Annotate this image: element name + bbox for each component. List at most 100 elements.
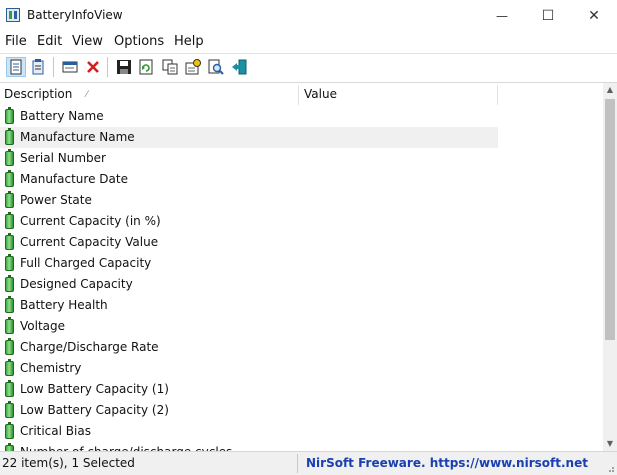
minimize-icon: — — [496, 8, 508, 23]
list-item[interactable]: Chemistry — [0, 358, 498, 379]
battery-icon — [5, 233, 14, 250]
menu-options[interactable]: Options — [114, 34, 164, 49]
list-item[interactable]: Battery Health — [0, 295, 498, 316]
toolbar-separator — [107, 57, 108, 77]
list-rows: Battery Name Manufacture Name Serial Numbe… — [0, 106, 603, 451]
delete-icon — [87, 61, 99, 73]
battery-icon — [5, 338, 14, 355]
list-item[interactable]: Full Charged Capacity — [0, 253, 498, 274]
item-description: Serial Number — [20, 151, 106, 165]
battery-icon — [5, 317, 14, 334]
exit-button[interactable] — [229, 57, 249, 77]
status-divider — [297, 454, 298, 473]
toolbar-separator — [53, 57, 54, 77]
item-description: Current Capacity Value — [20, 235, 159, 249]
html-report-button[interactable] — [183, 57, 203, 77]
column-header-value[interactable]: Value — [304, 83, 337, 106]
toolbar — [0, 53, 617, 80]
maximize-icon: ☐ — [541, 7, 555, 24]
copy-button[interactable] — [160, 57, 180, 77]
item-description: Voltage — [20, 319, 66, 333]
close-icon: ✕ — [588, 7, 600, 24]
scrollbar-thumb[interactable] — [605, 99, 615, 340]
refresh-icon — [139, 59, 153, 75]
menu-help[interactable]: Help — [174, 34, 204, 49]
minimize-button[interactable]: — — [479, 0, 525, 31]
list-item[interactable]: Battery Name — [0, 106, 498, 127]
list-item[interactable]: Number of charge/discharge cycles — [0, 442, 498, 451]
column-header-description[interactable]: Description — [4, 83, 72, 106]
list-header: Description ⁄ Value — [0, 83, 603, 106]
battery-info-mode-button[interactable] — [6, 57, 26, 77]
properties-window-icon — [62, 61, 78, 73]
copy-icon — [162, 59, 178, 75]
find-button[interactable] — [206, 57, 226, 77]
nirsoft-link[interactable]: NirSoft Freeware. https://www.nirsoft.ne… — [306, 456, 588, 470]
battery-icon — [5, 275, 14, 292]
list-item[interactable]: Voltage — [0, 316, 498, 337]
battery-icon — [5, 254, 14, 271]
menu-edit[interactable]: Edit — [37, 34, 62, 49]
save-button[interactable] — [114, 57, 134, 77]
item-description: Charge/Discharge Rate — [20, 340, 159, 354]
item-description: Chemistry — [20, 361, 82, 375]
list-item[interactable]: Current Capacity (in %) — [0, 211, 498, 232]
status-item-count: 22 item(s), 1 Selected — [2, 456, 135, 470]
battery-icon — [5, 149, 14, 166]
item-description: Full Charged Capacity — [20, 256, 152, 270]
list-item[interactable]: Low Battery Capacity (2) — [0, 400, 498, 421]
battery-icon — [5, 359, 14, 376]
battery-icon — [5, 422, 14, 439]
list-item[interactable]: Manufacture Date — [0, 169, 498, 190]
battery-log-mode-button[interactable] — [28, 57, 48, 77]
list-item[interactable]: Charge/Discharge Rate — [0, 337, 498, 358]
item-description: Low Battery Capacity (1) — [20, 382, 169, 396]
battery-icon — [5, 401, 14, 418]
column-divider[interactable] — [497, 85, 498, 105]
list-item[interactable]: Serial Number — [0, 148, 498, 169]
refresh-button[interactable] — [136, 57, 156, 77]
vertical-scrollbar[interactable]: ▲ ▼ — [603, 83, 617, 451]
status-bar: 22 item(s), 1 Selected NirSoft Freeware.… — [0, 451, 617, 475]
battery-icon — [5, 212, 14, 229]
delete-button[interactable] — [83, 57, 103, 77]
item-description: Manufacture Date — [20, 172, 128, 186]
list-item[interactable]: Current Capacity Value — [0, 232, 498, 253]
save-icon — [117, 60, 131, 74]
battery-log-mode-icon — [32, 59, 44, 75]
item-description: Current Capacity (in %) — [20, 214, 161, 228]
item-description: Power State — [20, 193, 92, 207]
column-divider[interactable] — [298, 85, 299, 105]
close-button[interactable]: ✕ — [571, 0, 617, 31]
list-item[interactable]: Low Battery Capacity (1) — [0, 379, 498, 400]
battery-info-mode-icon — [10, 59, 22, 75]
menu-view[interactable]: View — [72, 34, 103, 49]
maximize-button[interactable]: ☐ — [525, 0, 571, 31]
list-item[interactable]: Critical Bias — [0, 421, 498, 442]
list-item[interactable]: Manufacture Name — [0, 127, 498, 148]
battery-icon — [5, 128, 14, 145]
menu-file[interactable]: File — [5, 34, 27, 49]
title-bar: BatteryInfoView — ☐ ✕ — [0, 0, 617, 31]
item-description: Low Battery Capacity (2) — [20, 403, 169, 417]
item-description: Manufacture Name — [20, 130, 135, 144]
list-item[interactable]: Designed Capacity — [0, 274, 498, 295]
list-item[interactable]: Power State — [0, 190, 498, 211]
menu-bar: File Edit View Options Help — [0, 31, 617, 52]
sort-ascending-icon: ⁄ — [86, 90, 88, 100]
scroll-up-icon[interactable]: ▲ — [603, 83, 617, 97]
resize-grip-icon[interactable] — [605, 463, 615, 473]
battery-icon — [5, 296, 14, 313]
html-report-icon — [185, 59, 201, 75]
exit-icon — [232, 59, 247, 75]
battery-icon — [5, 380, 14, 397]
app-icon — [6, 8, 20, 22]
battery-icon — [5, 107, 14, 124]
window-title: BatteryInfoView — [27, 8, 123, 22]
battery-icon — [5, 191, 14, 208]
find-icon — [208, 59, 224, 75]
battery-icon — [5, 170, 14, 187]
scroll-down-icon[interactable]: ▼ — [603, 437, 617, 451]
battery-info-list[interactable]: Description ⁄ Value Battery Name Manufact… — [0, 82, 617, 451]
properties-button[interactable] — [60, 57, 80, 77]
